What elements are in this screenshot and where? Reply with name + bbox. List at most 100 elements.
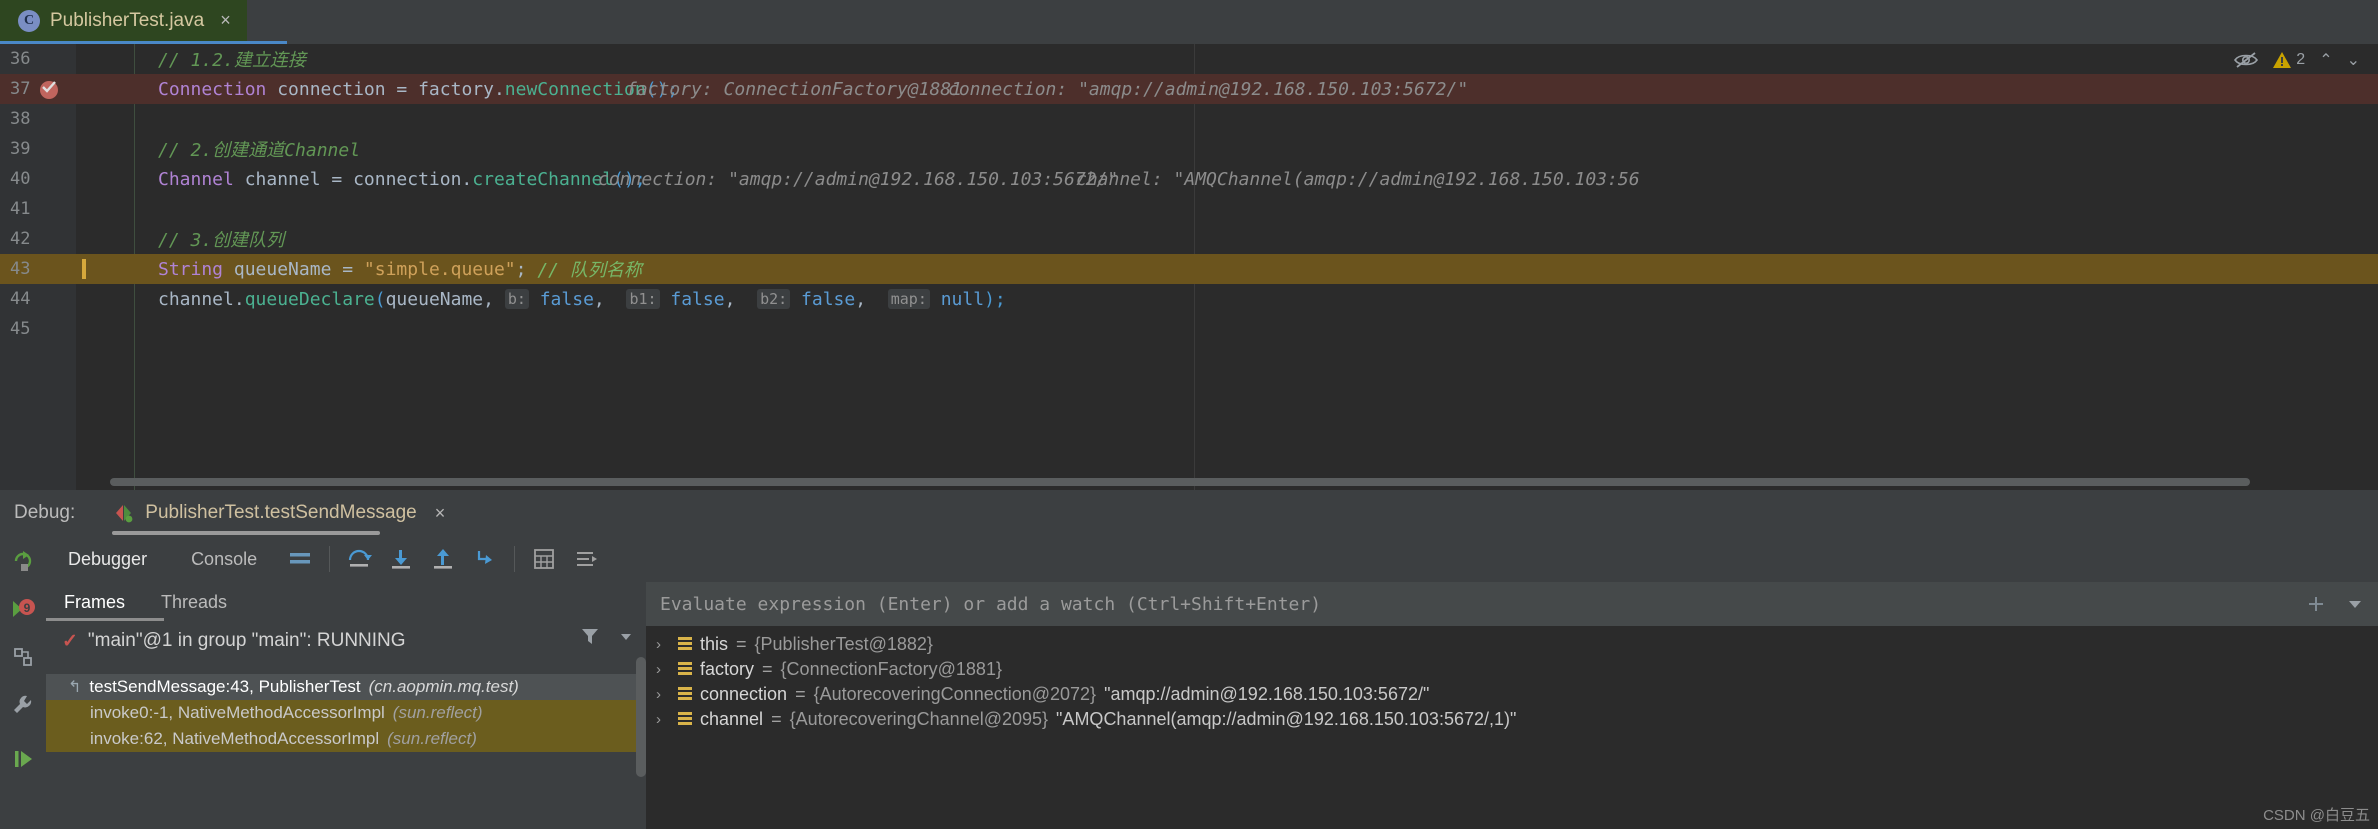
code-line-37[interactable]: 37 Connection connection = factory. newCo… [0,74,2378,104]
chevron-down-icon[interactable] [618,628,634,644]
code-line-42[interactable]: 42 // 3.创建队列 [0,224,2378,254]
debug-session-tab[interactable]: PublisherTest.testSendMessage × [103,490,455,536]
code-line-43[interactable]: 43 String queueName = "simple.queue"; //… [0,254,2378,284]
warning-triangle-icon [2272,51,2292,69]
evaluate-expression-bar[interactable]: Evaluate expression (Enter) or add a wat… [646,582,2378,626]
inline-hint-channel[interactable]: channel: "AMQChannel(amqp://admin@192.16… [1076,164,1640,194]
variable-name: this [700,634,729,654]
hint-label: factory: [626,78,713,100]
code-comment: // 队列名称 [537,260,642,281]
svg-text:9: 9 [24,601,31,615]
chevron-right-icon[interactable]: › [656,636,670,653]
tab-threads[interactable]: Threads [143,582,245,622]
stack-frame-row[interactable]: invoke0:-1, NativeMethodAccessorImpl (su… [46,700,646,726]
thread-selector[interactable]: ✓ "main"@1 in group "main": RUNNING [46,622,646,660]
code-line-41[interactable]: 41 [0,194,2378,224]
chevron-right-icon[interactable]: › [656,661,670,678]
tab-console[interactable]: Console [169,536,279,582]
code-method: queueDeclare [244,288,375,310]
code-line-44[interactable]: 44 channel. queueDeclare(queueName, b: fa… [0,284,2378,314]
editor-tab-bar: C PublisherTest.java × [0,0,2378,44]
code-statement: Connection connection = factory. newConne… [158,74,678,104]
hint-label: channel: [1076,168,1163,190]
check-icon: ✓ [62,630,78,652]
editor-tab-publishertest[interactable]: C PublisherTest.java × [0,0,247,41]
hint-label: connection: [948,78,1068,100]
toolbar-separator [514,546,516,572]
editor-horizontal-scrollbar[interactable] [110,478,2250,486]
code-line-40[interactable]: 40 Channel channel = connection. createCh… [0,164,2378,194]
variable-row-connection[interactable]: › connection = {AutorecoveringConnection… [646,682,2378,707]
chevron-right-icon[interactable]: › [656,686,670,703]
inline-hint-connection[interactable]: connection: "amqp://admin@192.168.150.10… [948,74,1468,104]
chevron-up-icon[interactable]: ⌃ [2319,50,2332,70]
eye-off-icon[interactable] [2234,51,2259,69]
code-punctuation: ); [984,288,1006,310]
variable-name: connection [700,684,788,704]
stack-frame-row[interactable]: ↰ testSendMessage:43, PublisherTest (cn.… [46,674,646,700]
filter-icon[interactable] [580,626,600,646]
chevron-right-icon[interactable]: › [656,711,670,728]
evaluate-expression-icon[interactable] [523,538,565,580]
frames-scrollbar[interactable] [636,657,646,777]
close-icon[interactable]: × [435,503,446,524]
hint-value: "AMQChannel(amqp://admin@192.168.150.103… [1173,168,1640,190]
step-out-icon[interactable] [422,538,464,580]
step-over-icon[interactable] [338,538,380,580]
code-punctuation: ( [374,288,386,310]
code-editor[interactable]: 36 // 1.2.建立连接 37 Connection connection … [0,44,2378,490]
field-icon [678,637,692,652]
debug-left-rail: 9 [0,536,46,829]
equals-sign: = [771,709,782,729]
layout-icon[interactable] [279,538,321,580]
warning-indicator[interactable]: 2 [2272,51,2305,69]
variable-row-factory[interactable]: › factory = {ConnectionFactory@1881} [646,657,2378,682]
close-icon[interactable]: × [220,10,231,31]
settings-wrench-icon[interactable] [8,690,38,720]
step-into-icon[interactable] [380,538,422,580]
code-punctuation: ; [515,258,527,280]
inspection-widget[interactable]: 2 ⌃ ⌄ [2226,44,2368,76]
code-line-36[interactable]: 36 // 1.2.建立连接 [0,44,2378,74]
line-number: 40 [10,169,31,189]
inline-hint-factory[interactable]: factory: ConnectionFactory@1881 [626,74,962,104]
rerun-icon[interactable] [8,546,38,576]
variable-reference: {ConnectionFactory@1881} [780,659,1002,679]
watermark: CSDN @白豆五 [2263,807,2370,824]
code-type: Connection [158,78,267,100]
inline-hint-connection[interactable]: connection: "amqp://admin@192.168.150.10… [598,164,1118,194]
code-method: newConnection [504,78,646,100]
hint-value: "amqp://admin@192.168.150.103:5672/" [1078,78,1469,100]
line-number: 41 [10,199,31,219]
run-configuration-icon [113,503,135,523]
code-line-45[interactable]: 45 [0,314,2378,344]
force-step-into-icon[interactable] [464,538,506,580]
add-watch-icon[interactable] [2306,594,2326,614]
chevron-down-icon[interactable] [2346,595,2364,613]
editor-tab-label: PublisherTest.java [50,9,205,31]
field-icon [678,662,692,677]
stack-frame-row[interactable]: invoke:62, NativeMethodAccessorImpl (sun… [46,726,646,752]
code-identifier: channel. [158,288,245,310]
code-line-39[interactable]: 39 // 2.创建通道Channel [0,134,2378,164]
return-arrow-icon: ↰ [68,679,82,696]
debug-label: Debug: [14,502,76,523]
frame-package: (cn.aopmin.mq.test) [368,677,519,696]
frames-tab-underline [46,618,164,621]
code-identifier: connection = factory. [266,78,505,100]
code-line-38[interactable]: 38 [0,104,2378,134]
code-literal: null [940,288,985,310]
frames-filter-controls [580,626,634,646]
variable-row-this[interactable]: › this = {PublisherTest@1882} [646,632,2378,657]
restore-layout-icon[interactable] [8,642,38,672]
tab-frames[interactable]: Frames [46,582,143,622]
breakpoint-verified-icon[interactable] [38,78,60,100]
variable-row-channel[interactable]: › channel = {AutorecoveringChannel@2095}… [646,707,2378,732]
view-breakpoints-icon[interactable]: 9 [8,594,38,624]
evaluate-bar-controls [2306,582,2364,626]
resume-program-icon[interactable] [8,744,38,774]
chevron-down-icon[interactable]: ⌄ [2347,50,2360,70]
mute-breakpoints-icon[interactable] [565,538,607,580]
evaluate-input-placeholder[interactable]: Evaluate expression (Enter) or add a wat… [646,594,1321,615]
tab-debugger[interactable]: Debugger [46,536,169,582]
